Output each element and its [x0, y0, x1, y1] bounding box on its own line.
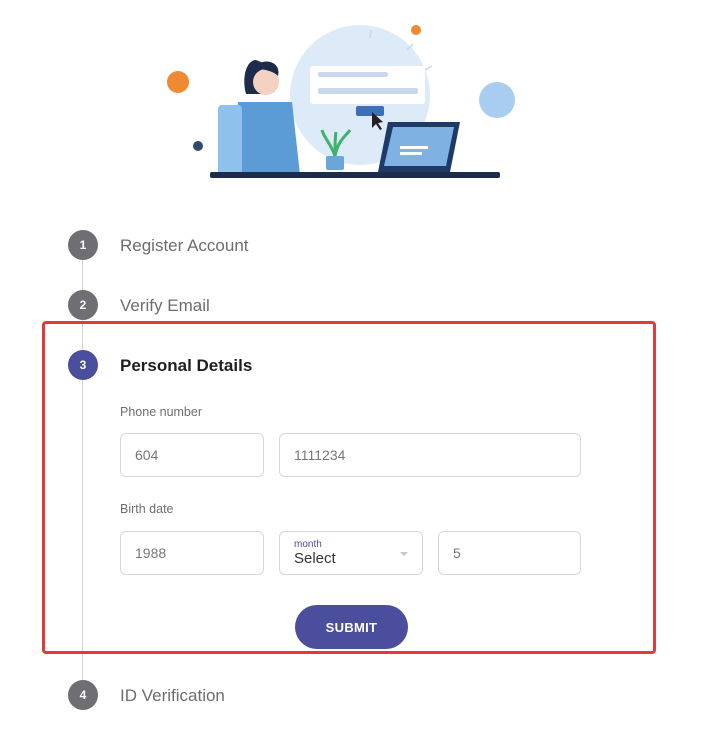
submit-button[interactable]: SUBMIT — [295, 605, 408, 649]
small-navy-dot-icon — [193, 141, 203, 151]
step-1-number: 1 — [68, 230, 98, 260]
step-4-label[interactable]: ID Verification — [120, 686, 225, 706]
birth-day-input[interactable]: 5 — [438, 531, 581, 575]
phone-label: Phone number — [120, 405, 203, 419]
step-3-number: 3 — [68, 350, 98, 380]
step-1-label[interactable]: Register Account — [120, 236, 249, 256]
hero-illustration — [167, 25, 515, 178]
chevron-down-icon — [400, 552, 408, 556]
birth-day-value: 5 — [453, 545, 461, 561]
step-3-label: Personal Details — [120, 356, 253, 375]
blue-dot-icon — [479, 82, 515, 118]
step-2-label[interactable]: Verify Email — [120, 296, 210, 316]
login-card-icon — [310, 66, 425, 104]
birth-month-select[interactable]: month Select — [279, 531, 423, 575]
month-value: Select — [294, 550, 336, 567]
phone-number-input[interactable]: 1111234 — [279, 433, 581, 477]
step-2-number: 2 — [68, 290, 98, 320]
birth-year-input[interactable]: 1988 — [120, 531, 264, 575]
step-4-number: 4 — [68, 680, 98, 710]
desk-icon — [210, 172, 500, 178]
phone-area-code-input[interactable]: 604 — [120, 433, 264, 477]
birth-date-label: Birth date — [120, 502, 174, 516]
small-orange-dot-icon — [411, 25, 421, 35]
month-caption: month — [294, 539, 322, 550]
phone-number-value: 1111234 — [294, 447, 346, 463]
phone-area-code-value: 604 — [135, 447, 159, 463]
login-button-icon — [356, 106, 384, 116]
orange-dot-icon — [167, 71, 189, 93]
birth-year-value: 1988 — [135, 545, 167, 561]
